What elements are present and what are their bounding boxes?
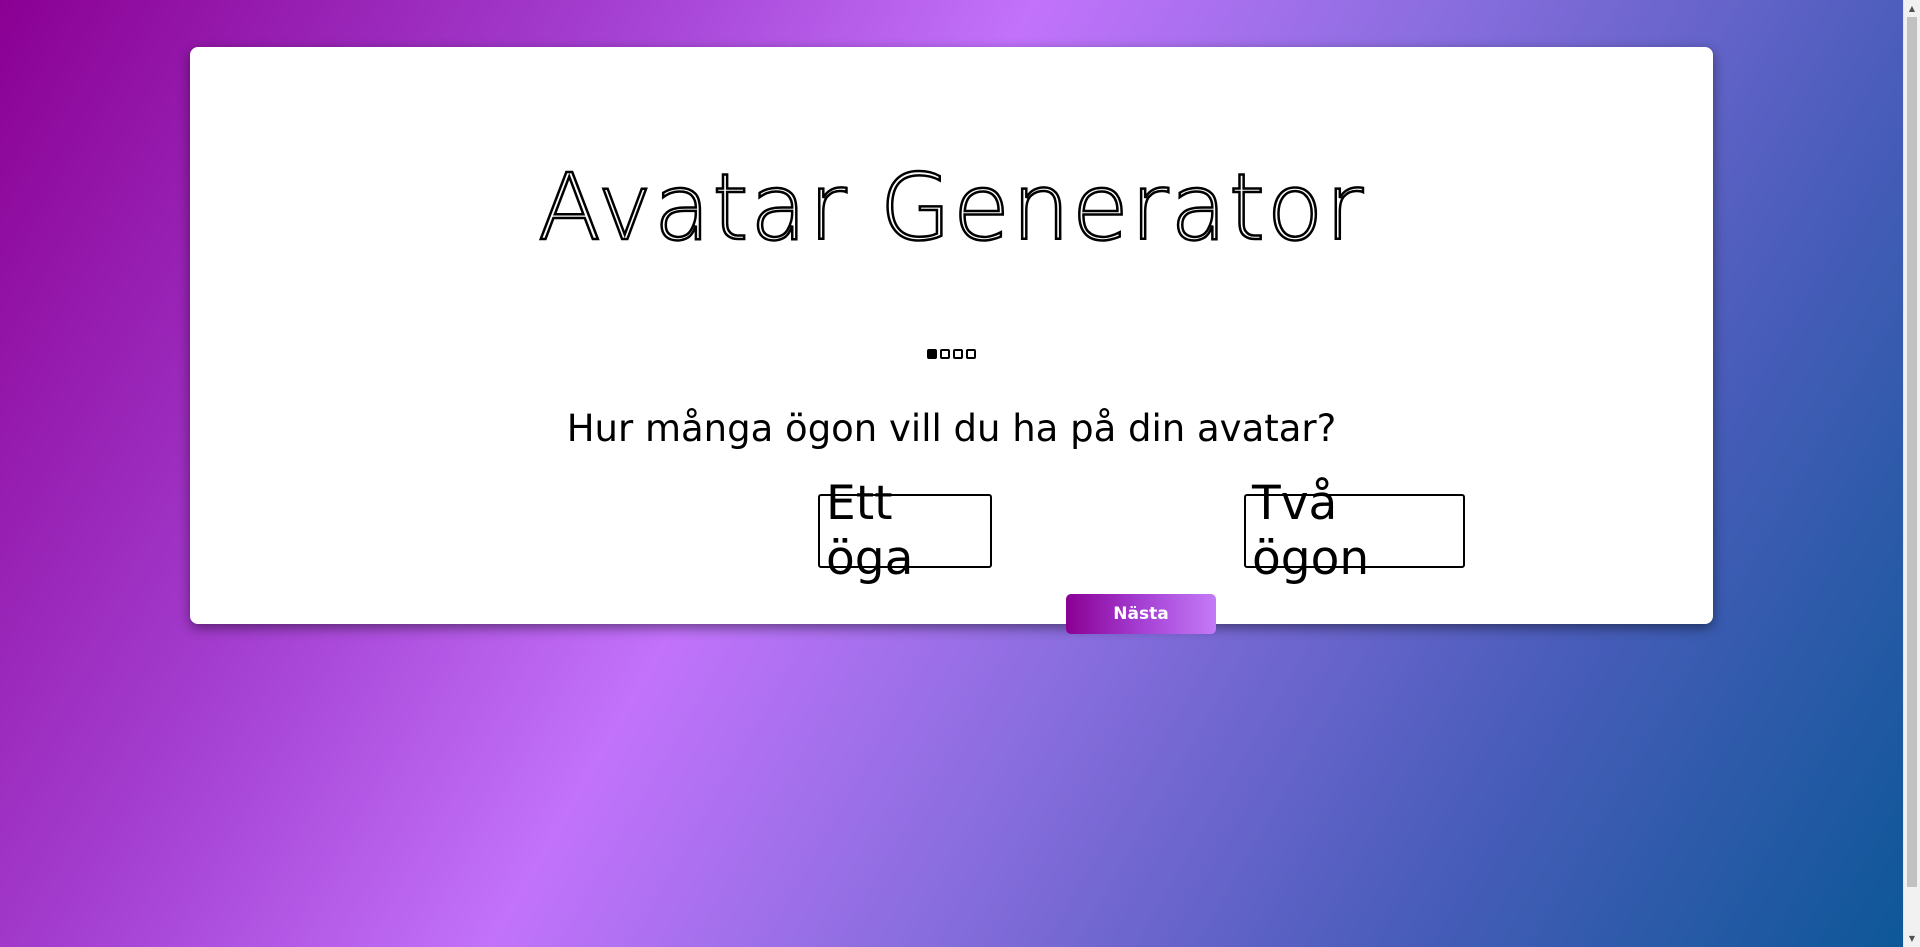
progress-step-2-icon [940,349,950,359]
progress-step-3-icon [953,349,963,359]
vertical-scrollbar[interactable]: ▲ ▼ [1903,0,1920,947]
progress-step-1-icon [927,349,937,359]
progress-step-4-icon [966,349,976,359]
next-button[interactable]: Nästa [1066,594,1216,634]
avatar-generator-card: Avatar Generator Hur många ögon vill du … [190,47,1713,634]
scroll-up-arrow-icon[interactable]: ▲ [1904,0,1920,17]
scrollbar-thumb[interactable] [1907,17,1917,887]
step-progress-indicator [190,349,1713,359]
scroll-down-arrow-icon[interactable]: ▼ [1904,930,1920,947]
option-two-eyes-button[interactable]: Två ögon [1244,476,1465,586]
option-one-eye-button[interactable]: Ett öga [818,476,992,586]
question-text: Hur många ögon vill du ha på din avatar? [566,407,1337,450]
page-title: Avatar Generator [537,154,1366,261]
